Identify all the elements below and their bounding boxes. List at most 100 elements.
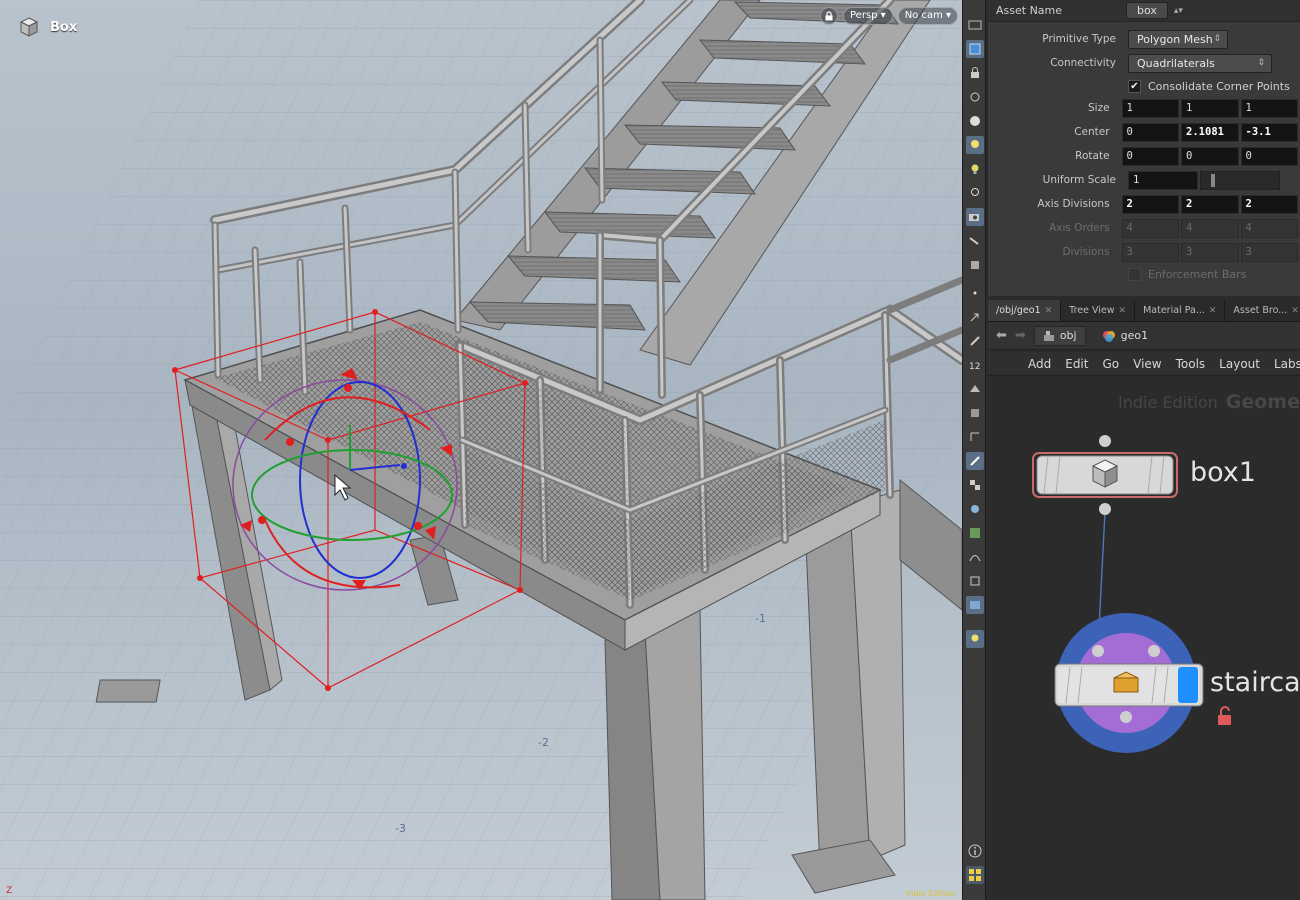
svg-text:-3: -3 <box>395 822 406 835</box>
menu-layout[interactable]: Layout <box>1219 357 1260 371</box>
node-box1[interactable] <box>1032 435 1178 515</box>
3d-viewport[interactable]: -3 -2 -1 Box Persp ▾ No cam ▾ Z Indie Ed… <box>0 0 962 900</box>
menu-labs[interactable]: Labs <box>1274 357 1300 371</box>
consolidate-checkbox[interactable]: ✔ <box>1128 79 1141 93</box>
count-icon[interactable]: 12 <box>966 356 984 374</box>
node-graph[interactable] <box>988 377 1300 900</box>
camera-lock-button[interactable] <box>820 7 838 25</box>
center-z-field[interactable]: -3.1 <box>1240 122 1298 142</box>
close-icon[interactable]: ✕ <box>1045 300 1053 322</box>
rotate-y-field[interactable]: 0 <box>1181 146 1239 166</box>
menu-go[interactable]: Go <box>1102 357 1119 371</box>
tab-tree-view[interactable]: Tree View ✕ <box>1061 300 1136 322</box>
node-label-staircase: stairca <box>1210 667 1300 698</box>
render-view-icon[interactable] <box>966 596 984 614</box>
menu-view[interactable]: View <box>1133 357 1161 371</box>
shade-icon[interactable] <box>966 500 984 518</box>
size-x-field[interactable]: 1 <box>1121 98 1180 118</box>
grid-layout-icon[interactable] <box>966 866 984 884</box>
center-y-field[interactable]: 2.1081 <box>1181 122 1239 142</box>
back-arrow-icon[interactable]: ⬅ <box>996 328 1007 343</box>
curve-icon[interactable] <box>966 548 984 566</box>
path-segment-geo[interactable]: geo1 <box>1094 326 1156 346</box>
node-staircase[interactable] <box>1054 613 1231 753</box>
camera-icon[interactable] <box>966 208 984 226</box>
bulb-icon[interactable] <box>966 160 984 178</box>
edition-tag: Indie Edition <box>906 889 956 898</box>
frame-icon[interactable] <box>966 428 984 446</box>
forward-arrow-icon[interactable]: ➡ <box>1015 328 1026 343</box>
menu-tools[interactable]: Tools <box>1176 357 1206 371</box>
unlocked-icon[interactable] <box>1218 706 1231 725</box>
texture-icon[interactable] <box>966 524 984 542</box>
info-icon[interactable] <box>966 842 984 860</box>
camera-menu[interactable]: No cam ▾ <box>897 7 959 25</box>
path-obj-label: obj <box>1059 328 1077 342</box>
connectivity-dropdown[interactable]: Quadrilaterals ⇕ <box>1128 53 1272 73</box>
axis-orders-y-field: 4 <box>1181 218 1239 238</box>
tab-asset-label: Asset Bro... <box>1233 304 1288 316</box>
size-z-field[interactable]: 1 <box>1240 98 1298 118</box>
bulb-outline-icon[interactable] <box>966 184 984 202</box>
primitive-type-dropdown[interactable]: Polygon Mesh ⇕ <box>1128 29 1228 49</box>
lock-icon[interactable] <box>966 64 984 82</box>
visibility-icon[interactable] <box>966 380 984 398</box>
box-outline-icon[interactable] <box>966 572 984 590</box>
axis-divisions-z-field[interactable]: 2 <box>1240 194 1298 214</box>
asset-name-field[interactable]: box <box>1126 2 1168 19</box>
axis-orders-row: Axis Orders 4 4 4 <box>988 218 1300 238</box>
rotate-z-field[interactable]: 0 <box>1240 146 1298 166</box>
size-y-field[interactable]: 1 <box>1181 98 1239 118</box>
check-icon: ✔ <box>1130 80 1139 92</box>
menu-add[interactable]: Add <box>1028 357 1051 371</box>
axis-indicator-label: Z <box>6 886 13 896</box>
uniform-scale-field[interactable]: 1 <box>1128 170 1198 190</box>
asset-name-arrows-icon[interactable]: ▴▾ <box>1174 6 1183 16</box>
light-icon[interactable] <box>966 136 984 154</box>
close-icon[interactable]: ✕ <box>1119 300 1127 322</box>
menu-edit[interactable]: Edit <box>1065 357 1088 371</box>
close-icon[interactable]: ✕ <box>1291 300 1299 322</box>
divisions-label: Divisions <box>1062 246 1110 258</box>
view-type-menu[interactable]: Persp ▾ <box>843 7 893 25</box>
axis-divisions-x-field[interactable]: 2 <box>1121 194 1180 214</box>
dropdown-arrows-icon: ⇕ <box>1257 57 1265 68</box>
pen-icon[interactable] <box>966 332 984 350</box>
axis-divisions-y-field[interactable]: 2 <box>1181 194 1239 214</box>
tab-network[interactable]: /obj/geo1 ✕ <box>988 300 1062 322</box>
enforcement-bars-checkbox <box>1128 267 1141 281</box>
lightbulb-icon[interactable] <box>966 630 984 648</box>
select-tool-icon[interactable] <box>966 40 984 58</box>
axis-divisions-label: Axis Divisions <box>1037 198 1110 210</box>
paint-icon[interactable] <box>966 256 984 274</box>
display-options-icon[interactable] <box>966 16 984 34</box>
center-x-field[interactable]: 0 <box>1121 122 1180 142</box>
rotate-label: Rotate <box>1075 150 1110 162</box>
uniform-scale-slider[interactable] <box>1200 170 1280 190</box>
sphere-icon[interactable] <box>966 112 984 130</box>
tab-material-palette[interactable]: Material Pa... ✕ <box>1135 300 1226 322</box>
close-icon[interactable]: ✕ <box>1209 300 1217 322</box>
rotate-x-field[interactable]: 0 <box>1121 146 1180 166</box>
arrow-icon[interactable] <box>966 308 984 326</box>
display-flag[interactable] <box>1178 667 1198 703</box>
tab-asset-browser[interactable]: Asset Bro... ✕ <box>1225 300 1300 321</box>
flashlight-icon[interactable] <box>966 232 984 250</box>
path-bar: ⬅ ➡ obj geo1 <box>988 322 1300 350</box>
network-editor[interactable]: Indie Edition Geome box1 stairca <box>988 377 1300 900</box>
node-output-connector[interactable] <box>1099 503 1111 515</box>
pick-icon[interactable] <box>966 452 984 470</box>
scene-render[interactable]: -3 -2 -1 <box>0 0 962 900</box>
checker-icon[interactable] <box>966 476 984 494</box>
snap-icon[interactable] <box>966 88 984 106</box>
ghost-icon[interactable] <box>966 404 984 422</box>
svg-text:-1: -1 <box>755 612 766 625</box>
primitive-type-value: Polygon Mesh <box>1137 32 1213 46</box>
viewport-controls: Persp ▾ No cam ▾ <box>820 7 959 25</box>
slider-knob[interactable] <box>1211 173 1215 187</box>
center-label: Center <box>1074 126 1110 138</box>
dot-icon[interactable] <box>966 284 984 302</box>
parameter-pane: Asset Name box ▴▾ Primitive Type Polygon… <box>988 0 1300 296</box>
path-segment-obj[interactable]: obj <box>1033 325 1086 346</box>
node-input-connector[interactable] <box>1099 435 1111 447</box>
